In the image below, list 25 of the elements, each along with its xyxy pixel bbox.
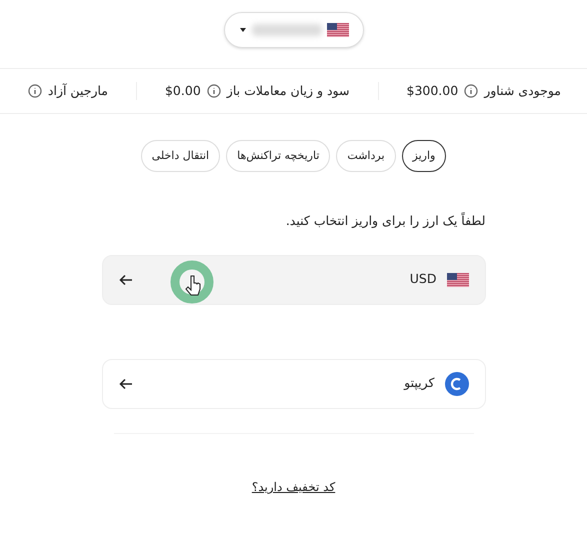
tab[interactable]: واریز xyxy=(402,140,446,172)
stat-value: $0.00 xyxy=(164,82,201,100)
instruction-text: لطفاً یک ارز را برای واریز انتخاب کنید. xyxy=(284,212,486,230)
info-icon[interactable] xyxy=(206,84,221,98)
arrow-left-icon xyxy=(118,274,132,286)
tab[interactable]: تاریخچه تراکنش‌ها xyxy=(226,140,330,172)
account-selector[interactable] xyxy=(224,12,364,48)
option-label: کریپتو xyxy=(404,374,434,392)
currency-option[interactable]: USD xyxy=(102,254,486,305)
option-label: USD xyxy=(410,270,436,288)
info-icon[interactable] xyxy=(464,84,478,98)
us-flag-icon xyxy=(446,272,468,287)
tab[interactable]: برداشت xyxy=(336,140,396,172)
currency-option[interactable]: کریپتو xyxy=(102,358,486,409)
crypto-coin-icon xyxy=(444,372,468,396)
stat-label: مارجین آزاد xyxy=(48,82,108,100)
stat-label: موجودی شناور xyxy=(484,82,561,100)
tab[interactable]: انتقال داخلی xyxy=(140,140,220,172)
arrow-left-icon xyxy=(118,378,132,390)
us-flag-icon xyxy=(326,23,348,37)
stat-label: سود و زیان معاملات باز xyxy=(226,82,350,100)
promo-code-link[interactable]: کد تخفیف دارید؟ xyxy=(252,478,336,496)
stat-value: $300.00 xyxy=(406,82,458,100)
info-icon[interactable] xyxy=(28,84,42,98)
caret-icon xyxy=(238,26,246,34)
